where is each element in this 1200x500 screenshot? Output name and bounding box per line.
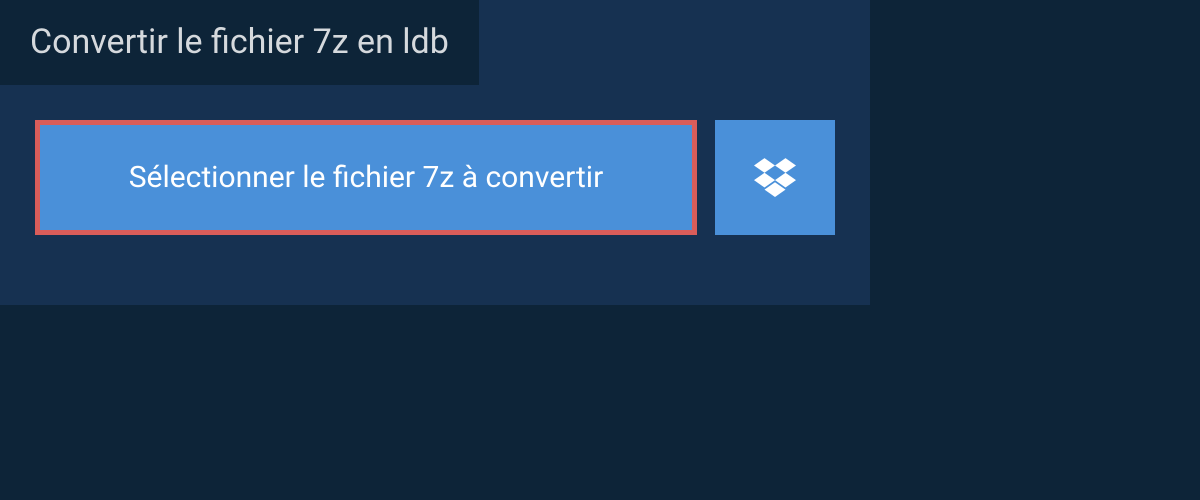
button-row: Sélectionner le fichier 7z à convertir xyxy=(0,85,870,270)
select-file-label: Sélectionner le fichier 7z à convertir xyxy=(129,160,604,195)
dropbox-button[interactable] xyxy=(715,120,835,235)
dropbox-icon xyxy=(754,156,796,198)
page-title: Convertir le fichier 7z en ldb xyxy=(0,0,479,85)
converter-panel: Convertir le fichier 7z en ldb Sélection… xyxy=(0,0,870,305)
select-file-button[interactable]: Sélectionner le fichier 7z à convertir xyxy=(35,120,697,235)
